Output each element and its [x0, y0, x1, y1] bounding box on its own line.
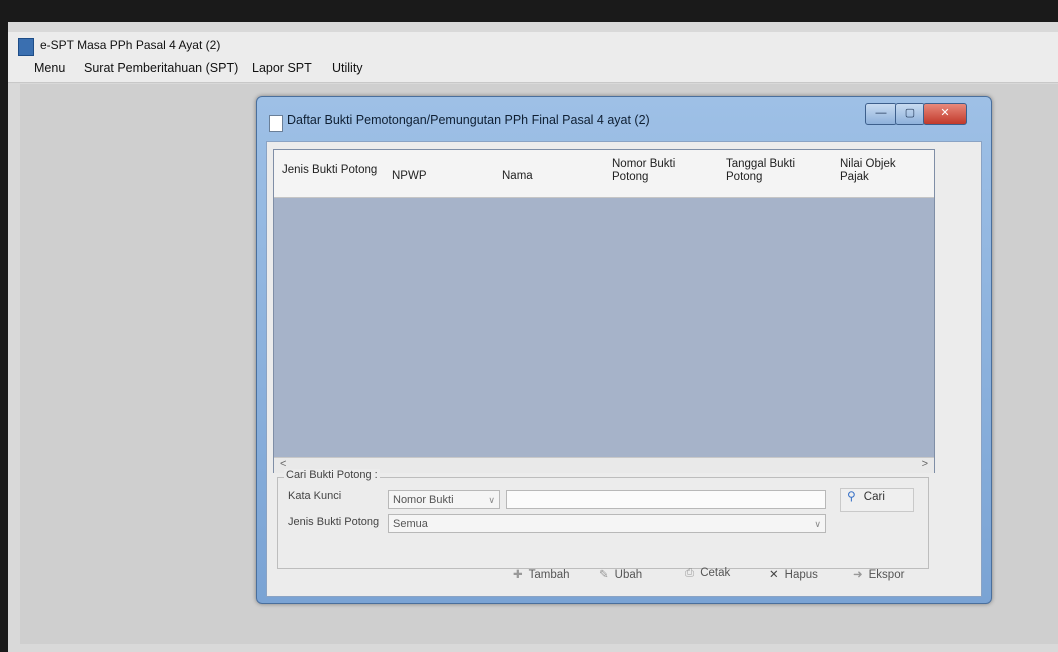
menu-item-utility[interactable]: Utility	[332, 61, 363, 75]
app-title-bar: e-SPT Masa PPh Pasal 4 Ayat (2)	[8, 32, 1058, 60]
export-icon: ➜	[853, 569, 863, 581]
search-icon: ⚲	[847, 489, 856, 503]
ekspor-button[interactable]: ➜ Ekspor	[853, 567, 904, 589]
col-nilai-objek-pajak[interactable]: Nilai Objek Pajak	[840, 158, 920, 184]
menu-item-menu[interactable]: Menu	[34, 61, 65, 75]
app-icon	[18, 38, 34, 56]
maximize-button[interactable]: ▢	[895, 103, 925, 125]
col-tanggal-bukti-potong[interactable]: Tanggal Bukti Potong	[726, 158, 816, 184]
delete-icon: ✕	[769, 569, 779, 581]
keyword-type-select[interactable]: Nomor Bukti ∨	[388, 490, 500, 509]
cetak-button[interactable]: ⎙ Cetak	[685, 567, 730, 589]
col-nomor-bukti-potong[interactable]: Nomor Bukti Potong	[612, 158, 702, 184]
close-button[interactable]: ✕	[923, 103, 967, 125]
keyword-label: Kata Kunci	[288, 490, 342, 502]
tambah-button[interactable]: ✚ Tambah	[513, 567, 570, 589]
minimize-button[interactable]: —	[865, 103, 897, 125]
menu-bar: Menu Surat Pemberitahuan (SPT) Lapor SPT…	[8, 58, 1058, 83]
chevron-down-icon: ∨	[488, 495, 495, 505]
edit-icon: ✎	[599, 569, 609, 581]
tambah-label: Tambah	[528, 569, 570, 581]
cari-button[interactable]: ⚲ Cari	[840, 488, 914, 512]
cetak-label: Cetak	[700, 567, 731, 579]
ubah-label: Ubah	[614, 569, 643, 581]
ekspor-label: Ekspor	[868, 569, 905, 581]
keyword-input[interactable]	[506, 490, 826, 509]
col-jenis-bukti-potong[interactable]: Jenis Bukti Potong	[282, 164, 382, 177]
col-npwp[interactable]: NPWP	[392, 170, 492, 183]
jenis-bukti-potong-label: Jenis Bukti Potong	[288, 516, 380, 528]
cari-label: Cari	[863, 491, 885, 503]
ubah-button[interactable]: ✎ Ubah	[599, 567, 642, 589]
col-nama[interactable]: Nama	[502, 170, 602, 183]
keyword-type-value: Nomor Bukti	[393, 494, 454, 506]
search-legend: Cari Bukti Potong :	[284, 469, 380, 481]
menu-item-lapor-spt[interactable]: Lapor SPT	[252, 61, 312, 75]
hapus-button[interactable]: ✕ Hapus	[769, 567, 818, 589]
jenis-bukti-potong-value: Semua	[393, 518, 428, 530]
document-icon	[269, 115, 283, 132]
jenis-bukti-potong-select[interactable]: Semua ∨	[388, 514, 826, 533]
hapus-label: Hapus	[784, 569, 818, 581]
search-group: Cari Bukti Potong : Kata Kunci Nomor Buk…	[277, 469, 929, 569]
add-icon: ✚	[513, 569, 523, 581]
dialog-title: Daftar Bukti Pemotongan/Pemungutan PPh F…	[287, 113, 650, 127]
scroll-right-icon[interactable]: >	[922, 458, 928, 470]
bukti-potong-grid[interactable]: Jenis Bukti Potong NPWP Nama Nomor Bukti…	[273, 149, 935, 473]
app-title: e-SPT Masa PPh Pasal 4 Ayat (2)	[40, 38, 221, 52]
bukti-potong-dialog: Daftar Bukti Pemotongan/Pemungutan PPh F…	[256, 96, 992, 604]
menu-item-spt[interactable]: Surat Pemberitahuan (SPT)	[84, 61, 238, 75]
chevron-down-icon: ∨	[814, 519, 821, 529]
print-icon: ⎙	[685, 567, 695, 579]
grid-header: Jenis Bukti Potong NPWP Nama Nomor Bukti…	[274, 150, 934, 198]
